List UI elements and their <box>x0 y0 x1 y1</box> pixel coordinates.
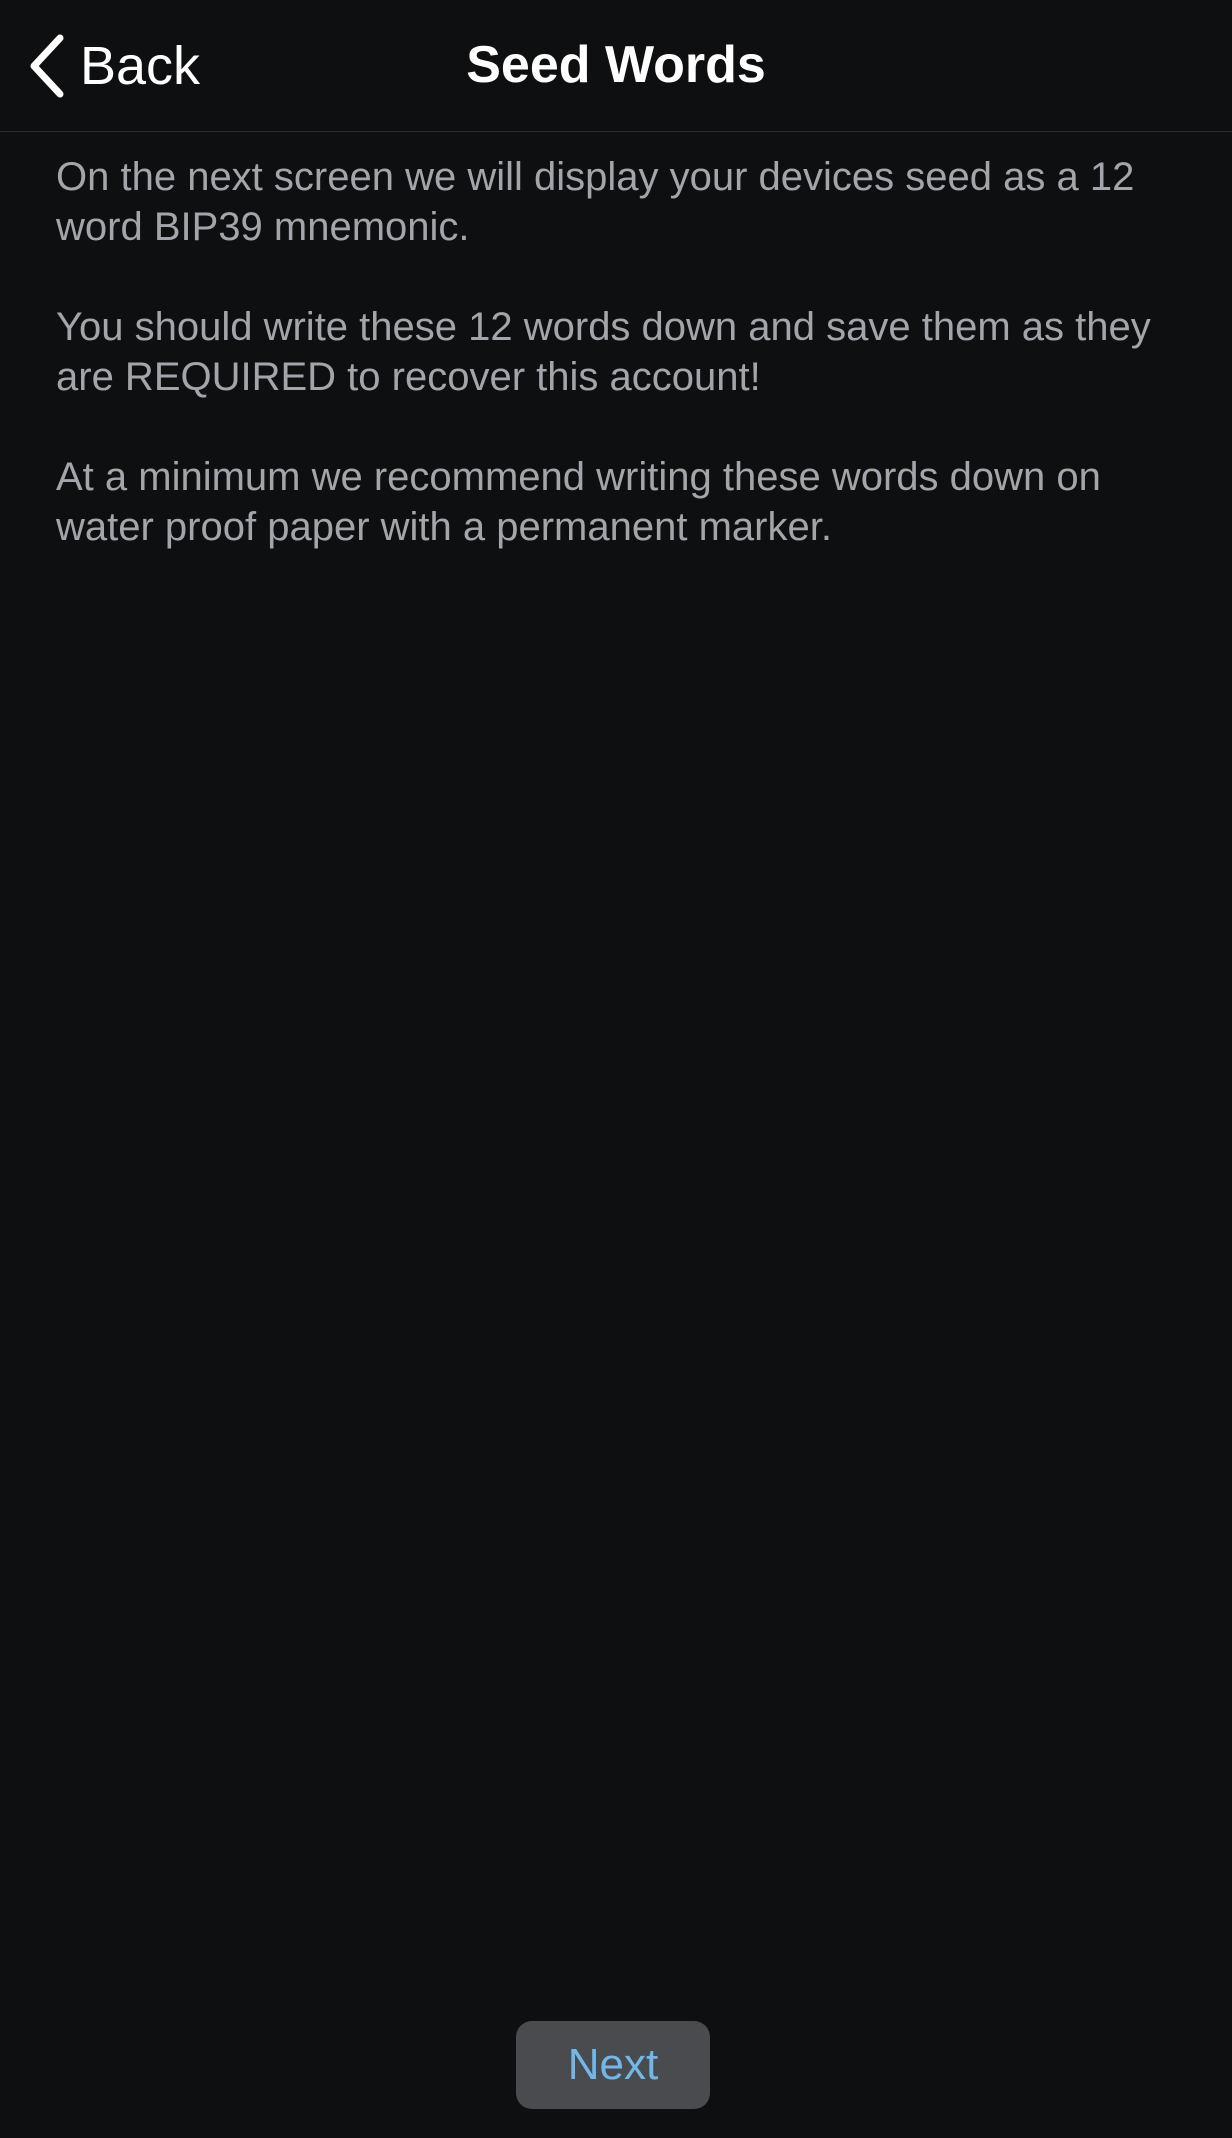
instructions: On the next screen we will display your … <box>56 152 1186 602</box>
instruction-paragraph: At a minimum we recommend writing these … <box>56 455 1101 549</box>
navigation-bar: Back Seed Words <box>0 0 1232 132</box>
instruction-paragraph: You should write these 12 words down and… <box>56 305 1151 399</box>
next-button[interactable]: Next <box>516 2021 710 2109</box>
page-title: Seed Words <box>466 36 766 94</box>
instruction-paragraph: On the next screen we will display your … <box>56 155 1135 249</box>
seed-words-screen: Back Seed Words On the next screen we wi… <box>0 0 1232 2138</box>
